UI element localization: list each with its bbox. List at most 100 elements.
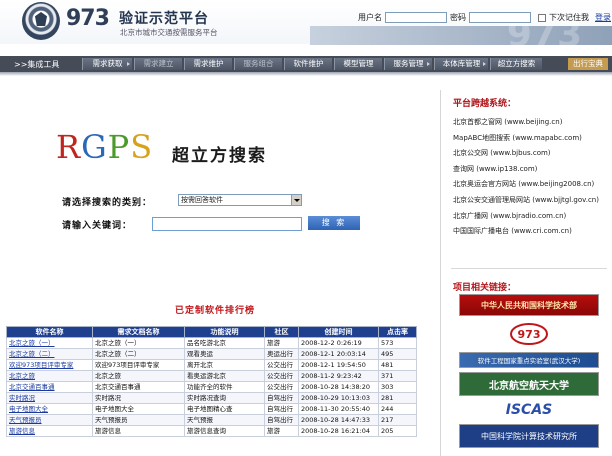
whu-logo[interactable]: 软件工程国家重点实验室(武汉大学): [459, 352, 599, 368]
table-cell: 天气预报: [184, 414, 265, 426]
table-cell: 2008-12-1 19:54:50: [298, 359, 379, 371]
remember-checkbox[interactable]: [538, 13, 546, 22]
table-cell: 品名吃游北京: [184, 337, 265, 349]
ranking-column-header: 点击率: [378, 326, 417, 338]
ranking-table: 软件名称 需求文档名称 功能说明 社区 创建时间 点击率 北京之旅（一） 北京之旅（一） 品名…: [6, 326, 417, 437]
software-link[interactable]: 北京之旅（一）: [6, 337, 93, 349]
table-cell: 离开北京: [184, 359, 265, 371]
table-cell: 573: [378, 337, 417, 349]
header: 973 验证示范平台 北京市城市交通按需服务平台 用户名 密码 下次记住我 登录: [0, 0, 612, 55]
table-row: 北京之旅 北京之旅 看奥运游北京 公交出行 2008-11-2 9:23:42 371: [6, 370, 417, 382]
username-input[interactable]: [385, 12, 447, 23]
cross-system-link[interactable]: MapABC地图搜索 (www.mapabc.com): [453, 131, 612, 147]
logo-973-text: 973: [518, 328, 541, 341]
chevron-right-icon: [427, 62, 430, 66]
table-cell: 公交出行: [264, 359, 299, 371]
cross-system-link[interactable]: 北京公安交通管理局网站 (www.bjjtgl.gov.cn): [453, 193, 612, 209]
table-cell: 公交出行: [264, 381, 299, 393]
ranking-column-header: 软件名称: [6, 326, 93, 338]
software-link[interactable]: 电子地图大全: [6, 403, 93, 415]
ranking-column-header: 功能说明: [184, 326, 265, 338]
rgps-letter: G: [81, 128, 108, 166]
table-cell: 481: [378, 359, 417, 371]
table-row: 欢迎973项目评审专家 欢迎973项目评审专家 离开北京 公交出行 2008-12-1 …: [6, 359, 417, 371]
table-cell: 电子地图精心查: [184, 403, 265, 415]
password-label: 密码: [450, 13, 466, 22]
header-banner: [310, 14, 612, 55]
password-input[interactable]: [469, 12, 531, 23]
table-cell: 2008-11-30 20:55:40: [298, 403, 379, 415]
table-row: 天气预报员 天气预报员 天气预报 自驾出行 2008-10-28 14:47:33 217: [6, 414, 417, 426]
cross-system-link[interactable]: 北京首都之窗网 (www.beijing.cn): [453, 115, 612, 131]
table-cell: 2008-12-1 20:03:14: [298, 348, 379, 360]
nav-item[interactable]: 超立方搜索: [490, 58, 542, 70]
keyword-input[interactable]: [152, 217, 302, 231]
ranking-header-row: 软件名称 需求文档名称 功能说明 社区 创建时间 点击率: [6, 326, 417, 338]
nav-item[interactable]: 需求维护: [184, 58, 232, 70]
nav-item[interactable]: 服务管理: [384, 58, 432, 70]
software-link[interactable]: 天气预报员: [6, 414, 93, 426]
remember-label: 下次记住我: [549, 13, 589, 22]
cross-system-link[interactable]: 中国国际广播电台 (www.cri.com.cn): [453, 224, 612, 240]
table-cell: 495: [378, 348, 417, 360]
table-cell: 公交出行: [264, 370, 299, 382]
keyword-label: 请输入关键词：: [62, 221, 133, 231]
username-label: 用户名: [358, 13, 382, 22]
table-cell: 205: [378, 425, 417, 437]
table-cell: 自驾出行: [264, 414, 299, 426]
software-link[interactable]: 实时路况: [6, 392, 93, 404]
cross-system-link[interactable]: 北京公交网 (www.bjbus.com): [453, 146, 612, 162]
logo-number: 973: [66, 6, 110, 31]
ranking-title: 已定制软件排行榜: [174, 306, 255, 316]
software-link[interactable]: 北京之旅: [6, 370, 93, 382]
search-type-value: 按需回答软件: [181, 196, 223, 204]
software-link[interactable]: 北京之旅（二）: [6, 348, 93, 360]
nav-shadow: [0, 72, 612, 76]
software-link[interactable]: 旅游信息: [6, 425, 93, 437]
software-link[interactable]: 北京交通百事通: [6, 381, 93, 393]
nav-bar: >>集成工具 需求获取 需求建立 需求维护 服务组合 软件维护 模型管理 服务管理 本体库管理…: [0, 56, 612, 72]
table-cell: 功能齐全的软件: [184, 381, 265, 393]
nav-item[interactable]: 软件维护: [284, 58, 332, 70]
software-link[interactable]: 欢迎973项目评审专家: [6, 359, 93, 371]
cross-system-link[interactable]: 北京奥运会官方网站 (www.beijing2008.cn): [453, 177, 612, 193]
sidebar: 平台跨越系统： 北京首都之窗网 (www.beijing.cn) MapABC地图…: [440, 90, 612, 456]
rgps-logo: RGPS: [56, 128, 153, 166]
table-cell: 自驾出行: [264, 392, 299, 404]
nav-brand: >>集成工具: [14, 59, 60, 69]
nav-item[interactable]: 模型管理: [334, 58, 382, 70]
nav-item[interactable]: 本体库管理: [434, 58, 488, 70]
table-cell: 2008-10-28 16:21:04: [298, 425, 379, 437]
most-logo[interactable]: 中华人民共和国科学技术部: [459, 294, 599, 316]
table-cell: 观看奥运: [184, 348, 265, 360]
nav-item[interactable]: 需求建立: [134, 58, 182, 70]
nav-item[interactable]: 需求获取: [82, 58, 132, 70]
chevron-right-icon: [483, 62, 486, 66]
ranking-body: 北京之旅（一） 北京之旅（一） 品名吃游北京 旅游 2008-12-2 0:26:19 5…: [6, 337, 417, 437]
search-type-label: 请选择搜索的类别：: [62, 198, 153, 208]
login-link[interactable]: 登录: [595, 12, 611, 23]
table-cell: 北京交通百事通: [92, 381, 185, 393]
table-cell: 旅游信息查询: [184, 425, 265, 437]
table-cell: 281: [378, 392, 417, 404]
cross-system-link[interactable]: 查询网 (www.ip138.com): [453, 162, 612, 178]
search-type-select[interactable]: 按需回答软件: [178, 194, 302, 206]
table-cell: 2008-10-29 10:13:03: [298, 392, 379, 404]
logo-title: 验证示范平台: [119, 11, 209, 27]
login-form: 用户名 密码 下次记住我 登录: [358, 12, 611, 23]
buaa-logo[interactable]: 北京航空航天大学: [459, 372, 599, 396]
search-button[interactable]: 搜 索: [308, 216, 360, 230]
iscas-logo[interactable]: ISCAS: [459, 400, 599, 420]
cross-system-link[interactable]: 北京广播网 (www.bjradio.com.cn): [453, 209, 612, 225]
table-cell: 244: [378, 403, 417, 415]
table-cell: 北京之旅（二）: [92, 348, 185, 360]
table-cell: 看奥运游北京: [184, 370, 265, 382]
ict-logo[interactable]: 中国科学院计算技术研究所: [459, 424, 599, 448]
chevron-down-icon[interactable]: [291, 195, 301, 205]
exit-button[interactable]: 出行宝典: [568, 58, 608, 70]
table-row: 电子地图大全 电子地图大全 电子地图精心查 自驾出行 2008-11-30 20:55:…: [6, 403, 417, 415]
logo-973[interactable]: 973: [459, 322, 599, 346]
table-cell: 旅游信息: [92, 425, 185, 437]
nav-item[interactable]: 服务组合: [234, 58, 282, 70]
emblem-icon: [22, 2, 60, 40]
